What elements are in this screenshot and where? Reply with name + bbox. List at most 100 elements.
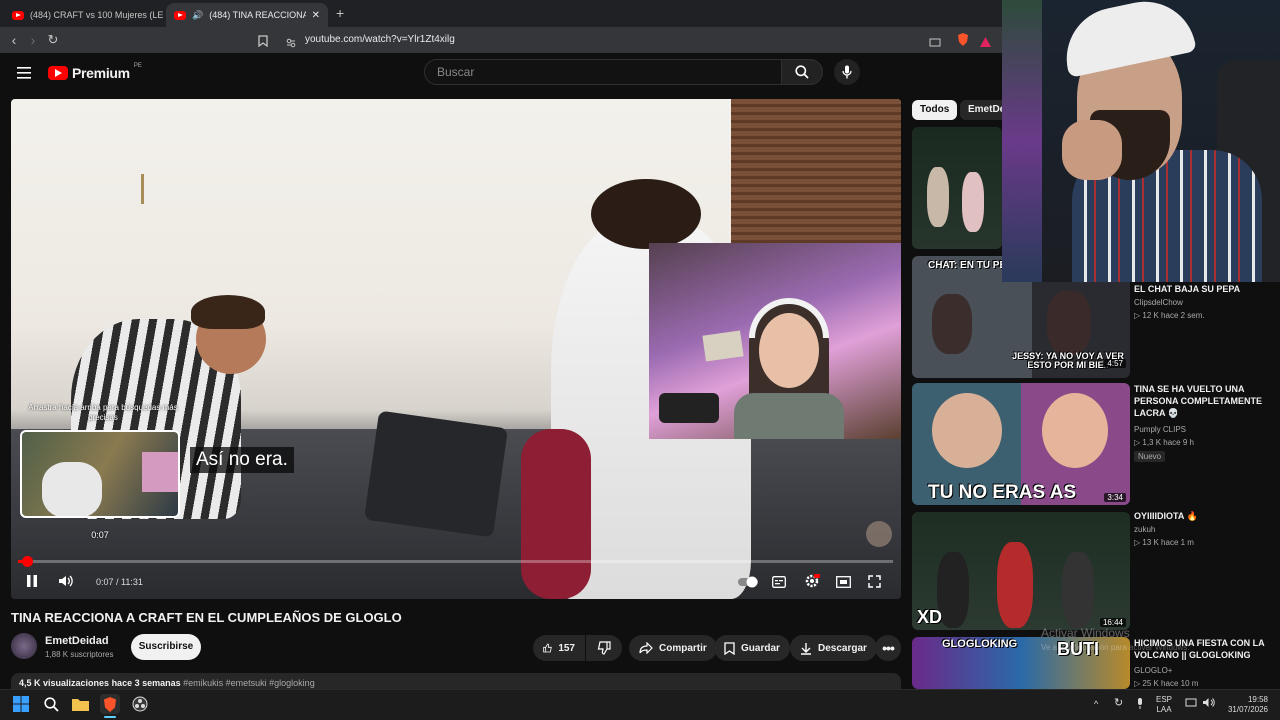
settings-button[interactable] [804, 573, 820, 594]
theater-mode-button[interactable] [836, 575, 851, 593]
microphone-arm [659, 393, 719, 423]
thumb-figure [962, 172, 984, 232]
search-button[interactable] [781, 59, 823, 85]
subtitles-button[interactable] [772, 575, 786, 593]
chip-all[interactable]: Todos [912, 100, 958, 120]
forward-icon[interactable]: › [24, 32, 42, 48]
plus-icon[interactable]: + [336, 5, 344, 21]
wall-picture [702, 330, 744, 362]
channel-avatar[interactable] [11, 633, 37, 659]
thumb-figure [997, 542, 1033, 628]
sidebar-thumbnail-0[interactable] [912, 127, 1002, 249]
tab-craft-video[interactable]: (484) CRAFT vs 100 Mujeres (LE ROB( [4, 3, 164, 27]
preview-figure [42, 462, 102, 516]
preview-inset [142, 452, 178, 492]
progress-scrubber[interactable] [22, 556, 33, 567]
file-explorer-icon[interactable] [70, 694, 90, 714]
sidebar-video-title[interactable]: EL CHAT BAJA SU PEPA [1134, 283, 1274, 295]
sync-icon[interactable]: ↻ [1114, 698, 1123, 709]
subscribe-button[interactable]: Suscribirse [131, 634, 201, 660]
brave-shield-icon[interactable] [957, 33, 969, 51]
youtube-favicon-icon [12, 10, 24, 20]
view-count: 4,5 K visualizaciones [19, 678, 110, 688]
save-button[interactable]: Guardar [714, 635, 790, 661]
search-icon [795, 65, 809, 79]
sidebar-channel[interactable]: GLOGLO+ [1134, 666, 1172, 675]
voice-search-button[interactable] [834, 59, 860, 85]
thumb-figure [927, 167, 949, 227]
tab-title: (484) CRAFT vs 100 Mujeres (LE ROB( [30, 10, 164, 20]
brave-browser-icon[interactable] [100, 694, 120, 714]
sidebar-channel[interactable]: zukuh [1134, 525, 1155, 534]
more-actions-button[interactable]: ••• [875, 635, 901, 661]
taskbar-search-icon[interactable] [41, 694, 61, 714]
clock[interactable]: 19:58 31/07/2026 [1224, 695, 1268, 715]
back-icon[interactable]: ‹ [5, 32, 23, 48]
logo-region: PE [133, 63, 142, 69]
menu-icon[interactable] [17, 66, 31, 84]
show-hidden-icons[interactable]: ^ [1094, 699, 1098, 709]
theater-icon [836, 576, 851, 588]
seek-preview-hint: Arrastra hacia arriba para búsquedas más… [28, 403, 178, 422]
brave-rewards-icon[interactable] [980, 34, 991, 52]
sidebar-meta: ▷ 25 K hace 10 m [1134, 679, 1199, 688]
volume-tray-icon[interactable] [1203, 697, 1215, 711]
headphones [749, 298, 829, 338]
sidebar-channel[interactable]: Pumply CLIPS [1134, 425, 1186, 434]
youtube-premium-logo[interactable]: Premium PE [48, 63, 142, 81]
like-button[interactable]: 157 [533, 635, 585, 661]
fullscreen-button[interactable] [868, 575, 881, 593]
autoplay-toggle[interactable] [737, 575, 759, 593]
save-label: Guardar [741, 642, 780, 654]
thumb-overlay-top: CHAT: EN TU PE [928, 260, 1007, 271]
thumbs-up-icon [543, 643, 552, 653]
url-field[interactable]: youtube.com/watch?v=Ylr1Zt4xilg [280, 31, 920, 49]
streamer-webcam-overlay [1002, 0, 1280, 282]
share-button[interactable]: Compartir [629, 635, 717, 661]
obs-icon[interactable] [130, 694, 150, 714]
sidebar-video-title[interactable]: OYIIIIDIOTA 🔥 [1134, 510, 1274, 522]
channel-name[interactable]: EmetDeidad [45, 635, 109, 647]
seek-preview-thumbnail [20, 430, 180, 518]
dislike-button[interactable] [586, 635, 622, 661]
gear-icon [805, 574, 820, 588]
more-icon: ••• [882, 640, 895, 656]
cast-icon[interactable] [929, 35, 941, 53]
volume-button[interactable] [58, 574, 74, 593]
tab-tina-video[interactable]: 🔊 (484) TINA REACCIONA A CR/ ✕ [166, 3, 328, 27]
video-player[interactable] [11, 99, 901, 599]
sidebar-channel[interactable]: ClipsdelChow [1134, 298, 1183, 307]
microphone-icon [842, 65, 852, 79]
progress-bar[interactable] [18, 560, 893, 563]
bookmark-icon[interactable] [258, 34, 268, 52]
network-icon[interactable] [1185, 698, 1197, 711]
sidebar-thumbnail-3[interactable]: XD 16:44 [912, 512, 1130, 630]
close-tab-icon[interactable]: ✕ [312, 10, 320, 21]
microphone-tray-icon[interactable] [1136, 698, 1144, 712]
sidebar-video-title[interactable]: TINA SE HA VUELTO UNA PERSONA COMPLETAME… [1134, 383, 1274, 419]
windows-start-icon[interactable] [11, 694, 31, 714]
wall-object [141, 174, 144, 204]
cushion [363, 410, 509, 538]
search-input[interactable]: Buscar [424, 59, 782, 85]
hashtags[interactable]: #emikukis #emetsuki #glogloking [183, 678, 315, 688]
subscriber-count: 1,88 K suscriptores [45, 650, 114, 659]
chip-channel[interactable]: EmetDei [960, 100, 1002, 120]
sidebar-thumbnail-2[interactable]: TU NO ERAS AS 3:34 [912, 383, 1130, 505]
reaction-webcam-inset [649, 243, 901, 439]
volume-icon [59, 575, 73, 587]
download-label: Descargar [818, 642, 867, 654]
youtube-favicon-icon [174, 10, 186, 20]
activation-watermark-text: Ve a Configuración para activar Windows. [1041, 643, 1190, 652]
wall-poster [1002, 0, 1042, 282]
download-button[interactable]: Descargar [790, 635, 877, 661]
streamer-hand [1062, 120, 1122, 180]
keyboard-layout: LAA [1156, 705, 1172, 714]
reload-icon[interactable]: ↻ [44, 32, 62, 48]
language-indicator[interactable]: ESP LAA [1156, 695, 1172, 715]
pause-icon [27, 575, 37, 587]
active-app-indicator [104, 716, 116, 718]
logo-text: Premium [72, 65, 130, 81]
pause-button[interactable] [26, 574, 38, 593]
language-code: ESP [1156, 695, 1173, 704]
